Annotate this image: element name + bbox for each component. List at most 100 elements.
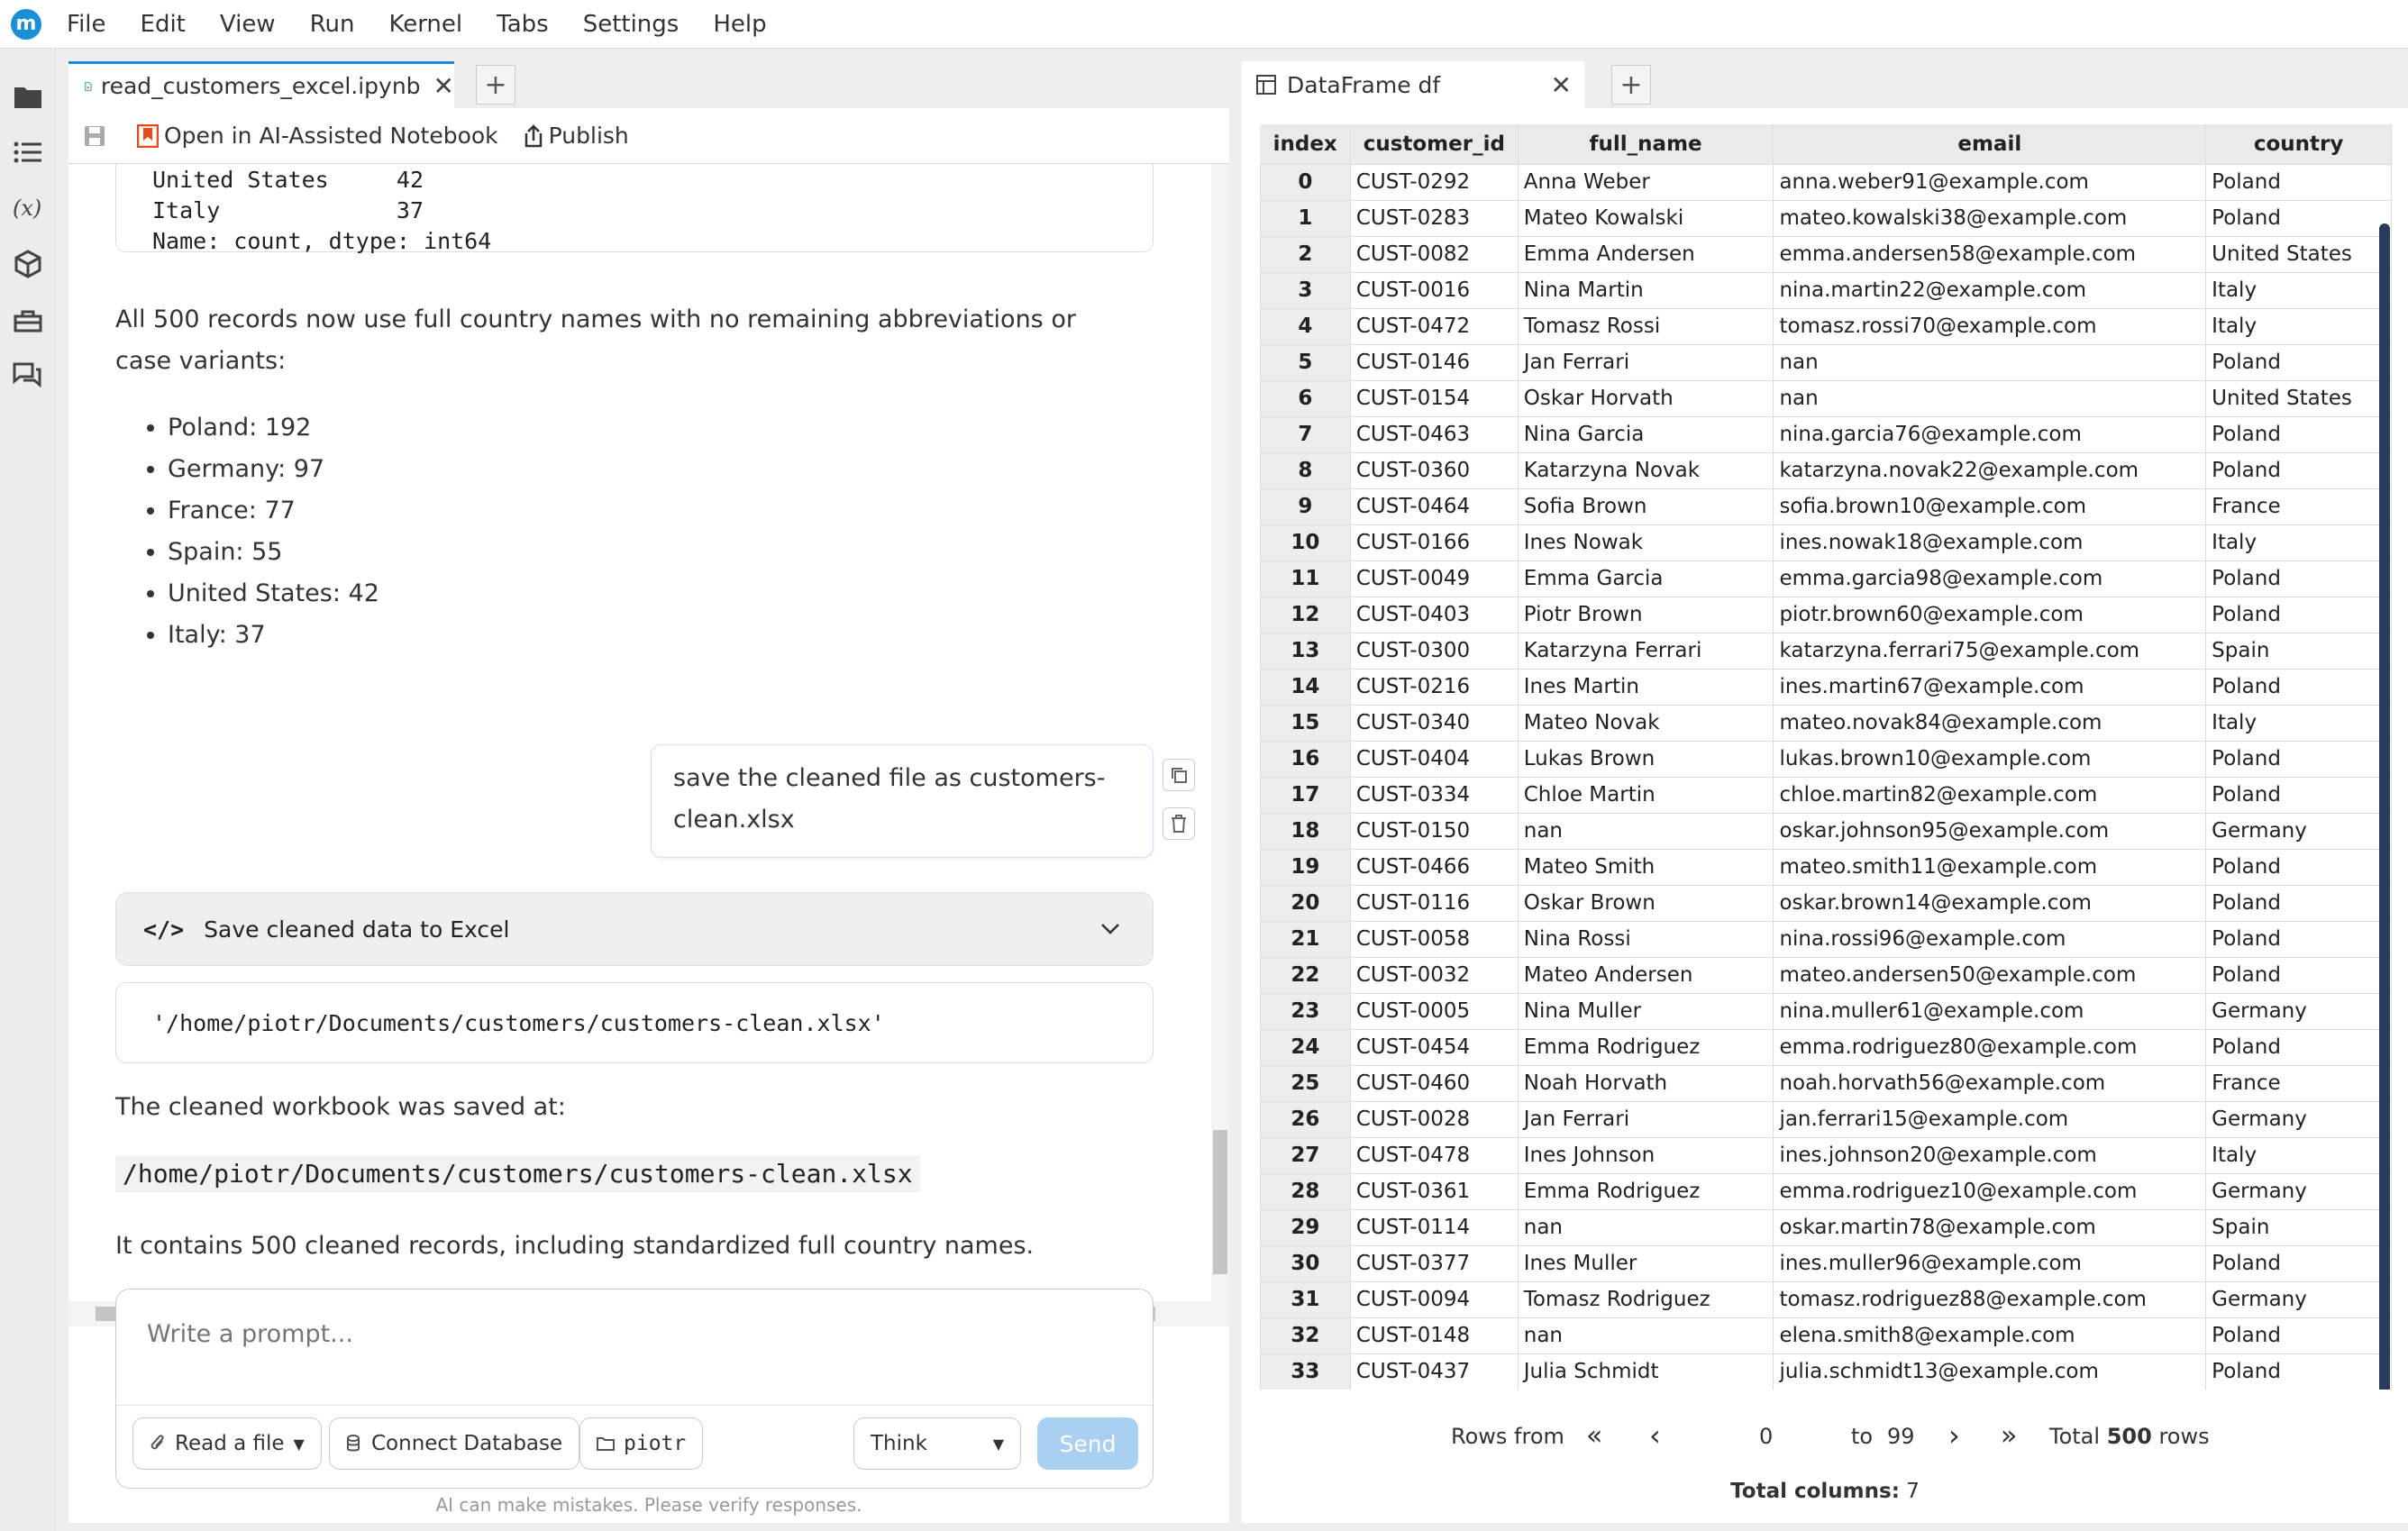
- chevron-down-icon[interactable]: [1100, 923, 1120, 935]
- trash-icon[interactable]: [1163, 807, 1195, 840]
- table-cell[interactable]: Mateo Novak: [1517, 704, 1774, 742]
- table-cell[interactable]: Noah Horvath: [1517, 1064, 1774, 1102]
- row-index[interactable]: 23: [1260, 992, 1351, 1030]
- row-index[interactable]: 28: [1260, 1172, 1351, 1210]
- table-cell[interactable]: CUST-0478: [1349, 1136, 1519, 1174]
- folder-icon[interactable]: [9, 77, 47, 115]
- table-cell[interactable]: CUST-0292: [1349, 163, 1519, 201]
- table-cell[interactable]: United States: [2205, 235, 2392, 273]
- table-cell[interactable]: mateo.novak84@example.com: [1773, 704, 2207, 742]
- menu-settings[interactable]: Settings: [583, 11, 680, 38]
- package-icon[interactable]: [9, 245, 47, 283]
- row-index[interactable]: 16: [1260, 740, 1351, 778]
- row-index[interactable]: 14: [1260, 668, 1351, 706]
- table-cell[interactable]: Poland: [2205, 560, 2392, 597]
- table-cell[interactable]: Poland: [2205, 451, 2392, 489]
- menu-file[interactable]: File: [67, 11, 106, 38]
- row-index[interactable]: 30: [1260, 1244, 1351, 1282]
- copy-icon[interactable]: [1163, 759, 1195, 791]
- table-cell[interactable]: CUST-0464: [1349, 488, 1519, 525]
- table-cell[interactable]: Nina Muller: [1517, 992, 1774, 1030]
- open-ai-notebook-button[interactable]: Open in AI-Assisted Notebook: [137, 123, 498, 149]
- table-cell[interactable]: elena.smith8@example.com: [1773, 1317, 2207, 1354]
- table-cell[interactable]: chloe.martin82@example.com: [1773, 776, 2207, 814]
- table-cell[interactable]: Anna Weber: [1517, 163, 1774, 201]
- menu-run[interactable]: Run: [310, 11, 355, 38]
- table-cell[interactable]: CUST-0116: [1349, 884, 1519, 922]
- table-cell[interactable]: tomasz.rossi70@example.com: [1773, 307, 2207, 345]
- menu-view[interactable]: View: [220, 11, 276, 38]
- table-cell[interactable]: emma.rodriguez80@example.com: [1773, 1028, 2207, 1066]
- table-cell[interactable]: CUST-0334: [1349, 776, 1519, 814]
- menu-kernel[interactable]: Kernel: [388, 11, 462, 38]
- table-cell[interactable]: Poland: [2205, 596, 2392, 633]
- first-page-button[interactable]: «: [1586, 1420, 1602, 1452]
- table-cell[interactable]: nina.rossi96@example.com: [1773, 920, 2207, 958]
- table-cell[interactable]: Poland: [2205, 920, 2392, 958]
- table-cell[interactable]: Poland: [2205, 740, 2392, 778]
- table-cell[interactable]: CUST-0460: [1349, 1064, 1519, 1102]
- chat-vertical-scrollbar[interactable]: [1211, 164, 1229, 1301]
- row-index[interactable]: 2: [1260, 235, 1351, 273]
- row-index[interactable]: 31: [1260, 1280, 1351, 1318]
- table-cell[interactable]: CUST-0454: [1349, 1028, 1519, 1066]
- table-cell[interactable]: CUST-0049: [1349, 560, 1519, 597]
- table-cell[interactable]: Poland: [2205, 1244, 2392, 1282]
- table-cell[interactable]: Italy: [2205, 271, 2392, 309]
- add-tab-button[interactable]: +: [1611, 65, 1651, 105]
- row-index[interactable]: 8: [1260, 451, 1351, 489]
- row-index[interactable]: 33: [1260, 1353, 1351, 1390]
- rows-from-input[interactable]: 0: [1759, 1424, 1773, 1449]
- table-cell[interactable]: Spain: [2205, 1208, 2392, 1246]
- table-cell[interactable]: sofia.brown10@example.com: [1773, 488, 2207, 525]
- table-cell[interactable]: Poland: [2205, 1317, 2392, 1354]
- add-tab-button[interactable]: +: [476, 65, 515, 105]
- table-cell[interactable]: katarzyna.ferrari75@example.com: [1773, 632, 2207, 670]
- table-cell[interactable]: nina.martin22@example.com: [1773, 271, 2207, 309]
- table-cell[interactable]: Oskar Brown: [1517, 884, 1774, 922]
- table-cell[interactable]: Italy: [2205, 307, 2392, 345]
- publish-button[interactable]: Publish: [524, 123, 629, 149]
- table-cell[interactable]: Germany: [2205, 1100, 2392, 1138]
- think-select[interactable]: Think ▼: [853, 1417, 1021, 1470]
- table-cell[interactable]: Mateo Smith: [1517, 848, 1774, 886]
- table-cell[interactable]: katarzyna.novak22@example.com: [1773, 451, 2207, 489]
- table-cell[interactable]: France: [2205, 488, 2392, 525]
- table-cell[interactable]: CUST-0114: [1349, 1208, 1519, 1246]
- table-cell[interactable]: Emma Andersen: [1517, 235, 1774, 273]
- rows-to-input[interactable]: 99: [1887, 1424, 1915, 1449]
- column-header[interactable]: country: [2205, 124, 2392, 164]
- table-cell[interactable]: Emma Garcia: [1517, 560, 1774, 597]
- table-cell[interactable]: CUST-0216: [1349, 668, 1519, 706]
- menu-edit[interactable]: Edit: [141, 11, 186, 38]
- table-cell[interactable]: CUST-0283: [1349, 199, 1519, 237]
- table-cell[interactable]: Poland: [2205, 199, 2392, 237]
- next-page-button[interactable]: ›: [1948, 1418, 1960, 1453]
- table-cell[interactable]: Ines Johnson: [1517, 1136, 1774, 1174]
- row-index[interactable]: 12: [1260, 596, 1351, 633]
- table-cell[interactable]: Poland: [2205, 848, 2392, 886]
- row-index[interactable]: 29: [1260, 1208, 1351, 1246]
- table-cell[interactable]: Italy: [2205, 704, 2392, 742]
- table-cell[interactable]: CUST-0094: [1349, 1280, 1519, 1318]
- table-cell[interactable]: CUST-0058: [1349, 920, 1519, 958]
- table-cell[interactable]: CUST-0403: [1349, 596, 1519, 633]
- table-cell[interactable]: Julia Schmidt: [1517, 1353, 1774, 1390]
- table-cell[interactable]: Germany: [2205, 992, 2392, 1030]
- table-cell[interactable]: Jan Ferrari: [1517, 1100, 1774, 1138]
- table-cell[interactable]: Poland: [2205, 1353, 2392, 1390]
- row-index[interactable]: 22: [1260, 956, 1351, 994]
- table-cell[interactable]: Poland: [2205, 163, 2392, 201]
- table-cell[interactable]: Nina Rossi: [1517, 920, 1774, 958]
- table-cell[interactable]: Poland: [2205, 415, 2392, 453]
- table-cell[interactable]: Ines Martin: [1517, 668, 1774, 706]
- table-cell[interactable]: ines.muller96@example.com: [1773, 1244, 2207, 1282]
- table-cell[interactable]: Oskar Horvath: [1517, 379, 1774, 417]
- table-cell[interactable]: CUST-0146: [1349, 343, 1519, 381]
- row-index[interactable]: 20: [1260, 884, 1351, 922]
- table-cell[interactable]: nina.muller61@example.com: [1773, 992, 2207, 1030]
- column-header[interactable]: email: [1773, 124, 2207, 164]
- close-icon[interactable]: ✕: [433, 71, 454, 101]
- table-cell[interactable]: Ines Nowak: [1517, 524, 1774, 561]
- row-index[interactable]: 17: [1260, 776, 1351, 814]
